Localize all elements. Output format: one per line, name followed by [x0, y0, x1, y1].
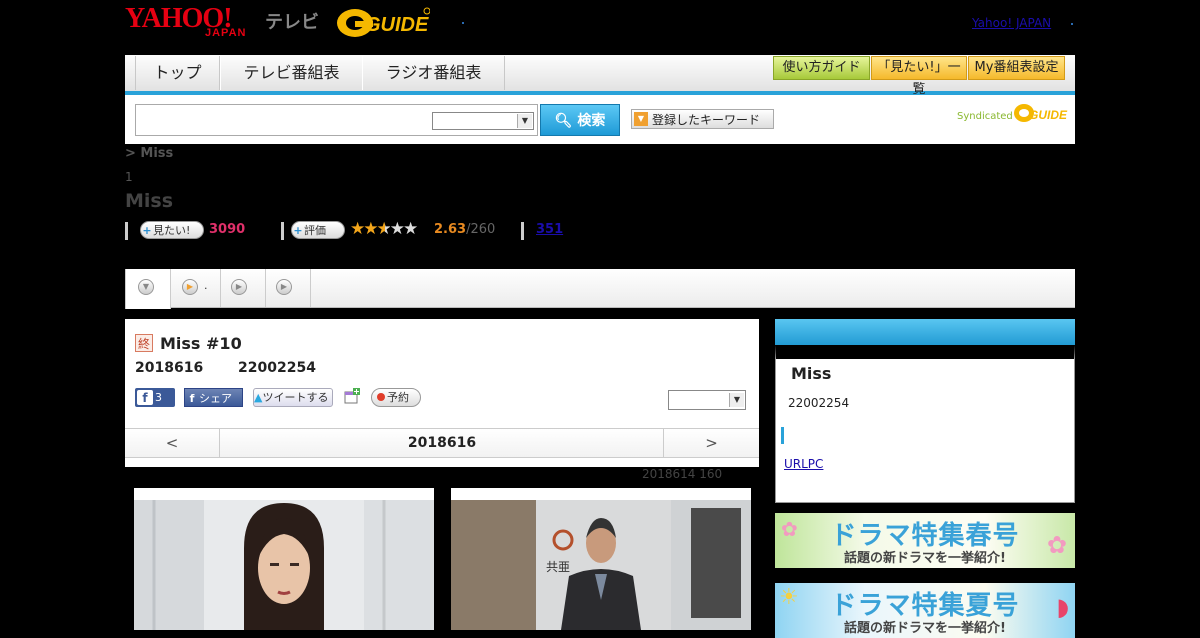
program-index: 1 [125, 170, 133, 184]
episode-date: 2018616 [135, 360, 204, 376]
sidebar-header [775, 319, 1075, 345]
facebook-icon: f [189, 392, 195, 405]
nav-tab-tv-schedule[interactable]: テレビ番組表 [220, 56, 363, 90]
banner-subtitle: 話題の新ドラマを一挙紹介! [844, 621, 1006, 636]
want-count: 3090 [209, 222, 246, 237]
tv-logo-text[interactable]: テレビ [265, 8, 319, 34]
flower-icon: ✿ [1046, 531, 1067, 559]
nav-tab-top[interactable]: トップ [135, 56, 220, 90]
subtab-4[interactable]: ▶ [266, 269, 311, 307]
chevron-down-icon: ▼ [634, 112, 648, 126]
subtab-1[interactable]: ▼ [125, 269, 171, 309]
play-icon: ▶ [231, 279, 247, 295]
facebook-like-button[interactable]: f3 [135, 388, 175, 407]
record-icon [377, 393, 385, 401]
syndicated-gguide-logo: GUIDE [1014, 104, 1068, 122]
star-rating: ★★★★★ [350, 219, 418, 239]
episode-title: Miss #10 [160, 334, 242, 353]
my-schedule-settings-button[interactable]: My番組表設定 [968, 56, 1065, 80]
sun-icon: ☀ [779, 585, 799, 610]
tweet-label: ツイートする [262, 391, 329, 404]
subtab-2-label: . [204, 279, 208, 292]
facebook-count: 3 [155, 391, 162, 404]
svg-text:GUIDE: GUIDE [365, 14, 429, 36]
header-dot [462, 22, 464, 24]
record-reservation-button[interactable]: 予約 [371, 388, 421, 407]
calendar-add-icon[interactable] [344, 388, 360, 404]
plus-icon: + [293, 224, 303, 237]
final-episode-badge: 終 [135, 334, 153, 352]
divider [521, 222, 524, 240]
episode-note: 2018614 160 [642, 467, 723, 481]
svg-text:GUIDE: GUIDE [1029, 108, 1068, 122]
reserve-label: 予約 [387, 391, 409, 404]
play-icon: ▶ [182, 279, 198, 295]
rating-count: /260 [466, 222, 496, 237]
star-empty-icon: ★ [403, 219, 418, 239]
syndicated-label: Syndicated [957, 111, 1013, 122]
sidebar-section-marker [781, 427, 784, 444]
sidebar-program-title: Miss [791, 364, 832, 383]
breadcrumb[interactable]: > Miss [125, 146, 173, 161]
want-list-button[interactable]: 「見たい!」一覧 [871, 56, 967, 97]
play-icon: ▶ [276, 279, 292, 295]
guide-button[interactable]: 使い方ガイド [773, 56, 870, 80]
want-label: 見たい! [153, 224, 191, 237]
yahoo-japan-logo-text: JAPAN [205, 27, 247, 39]
review-count-link[interactable]: 351 [536, 222, 563, 237]
search-button-label: 検索 [577, 113, 606, 129]
flower-icon: ✿ [781, 517, 798, 541]
sidebar-program-time: 22002254 [788, 396, 850, 410]
rating-score: 2.63/260 [434, 222, 496, 237]
chevron-down-icon: ▼ [138, 279, 154, 295]
previous-episode-button[interactable]: < [125, 429, 220, 457]
episode-photo-2[interactable]: 共亜 [451, 488, 751, 630]
banner-subtitle: 話題の新ドラマを一挙紹介! [844, 551, 1006, 566]
pager-date: 2018616 [407, 435, 477, 451]
fan-icon: ◗ [1056, 593, 1069, 621]
subtab-3[interactable]: ▶ [221, 269, 266, 307]
rate-button[interactable]: +評価 [291, 221, 345, 239]
search-button[interactable]: 🔍︎ 検索 [540, 104, 620, 136]
drama-spring-banner[interactable]: ドラマ特集春号 話題の新ドラマを一挙紹介! ✿ ✿ [775, 513, 1075, 568]
sub-tabs: ▼ ▶. ▶ ▶ [125, 269, 1075, 309]
sidebar-url-link[interactable]: URLPC [784, 457, 823, 471]
subtab-2[interactable]: ▶. [170, 269, 221, 307]
search-icon: 🔍︎ [554, 113, 573, 129]
chevron-down-icon: ▼ [729, 393, 744, 407]
gguide-logo[interactable]: GUIDE [335, 7, 430, 39]
divider [125, 222, 128, 240]
tweet-button[interactable]: ▲ツイートする [253, 388, 333, 407]
divider [281, 222, 284, 240]
yahoo-japan-link[interactable]: Yahoo! JAPAN [972, 16, 1051, 30]
episode-pager: < 2018616 > [125, 428, 759, 458]
episode-photo-1[interactable] [134, 488, 434, 630]
want-to-watch-button[interactable]: +見たい! [140, 221, 204, 239]
registered-keywords-label: 登録したキーワード [652, 113, 761, 127]
main-nav: トップ テレビ番組表 ラジオ番組表 使い方ガイド 「見たい!」一覧 My番組表設… [125, 55, 1075, 97]
episode-time: 22002254 [238, 360, 316, 376]
search-category-select[interactable]: ▼ [432, 112, 534, 130]
episode-select[interactable]: ▼ [668, 390, 746, 410]
plus-icon: + [142, 224, 152, 237]
star-empty-icon: ★ [389, 219, 405, 239]
next-episode-button[interactable]: > [663, 429, 759, 457]
share-label: シェア [199, 392, 232, 405]
facebook-share-button[interactable]: f シェア [184, 388, 243, 407]
svg-text:共亜: 共亜 [546, 560, 570, 574]
chevron-down-icon: ▼ [517, 114, 532, 128]
registered-keywords-button[interactable]: ▼ 登録したキーワード [631, 109, 774, 129]
rate-label: 評価 [304, 224, 326, 237]
header-dot-right [1071, 23, 1073, 25]
star-icon: ★ [350, 219, 365, 239]
facebook-icon: f [137, 390, 153, 405]
star-icon: ★ [363, 219, 378, 239]
star-half-icon: ★ [376, 219, 392, 239]
page-title: Miss [125, 190, 174, 212]
nav-tab-radio-schedule[interactable]: ラジオ番組表 [362, 56, 505, 90]
